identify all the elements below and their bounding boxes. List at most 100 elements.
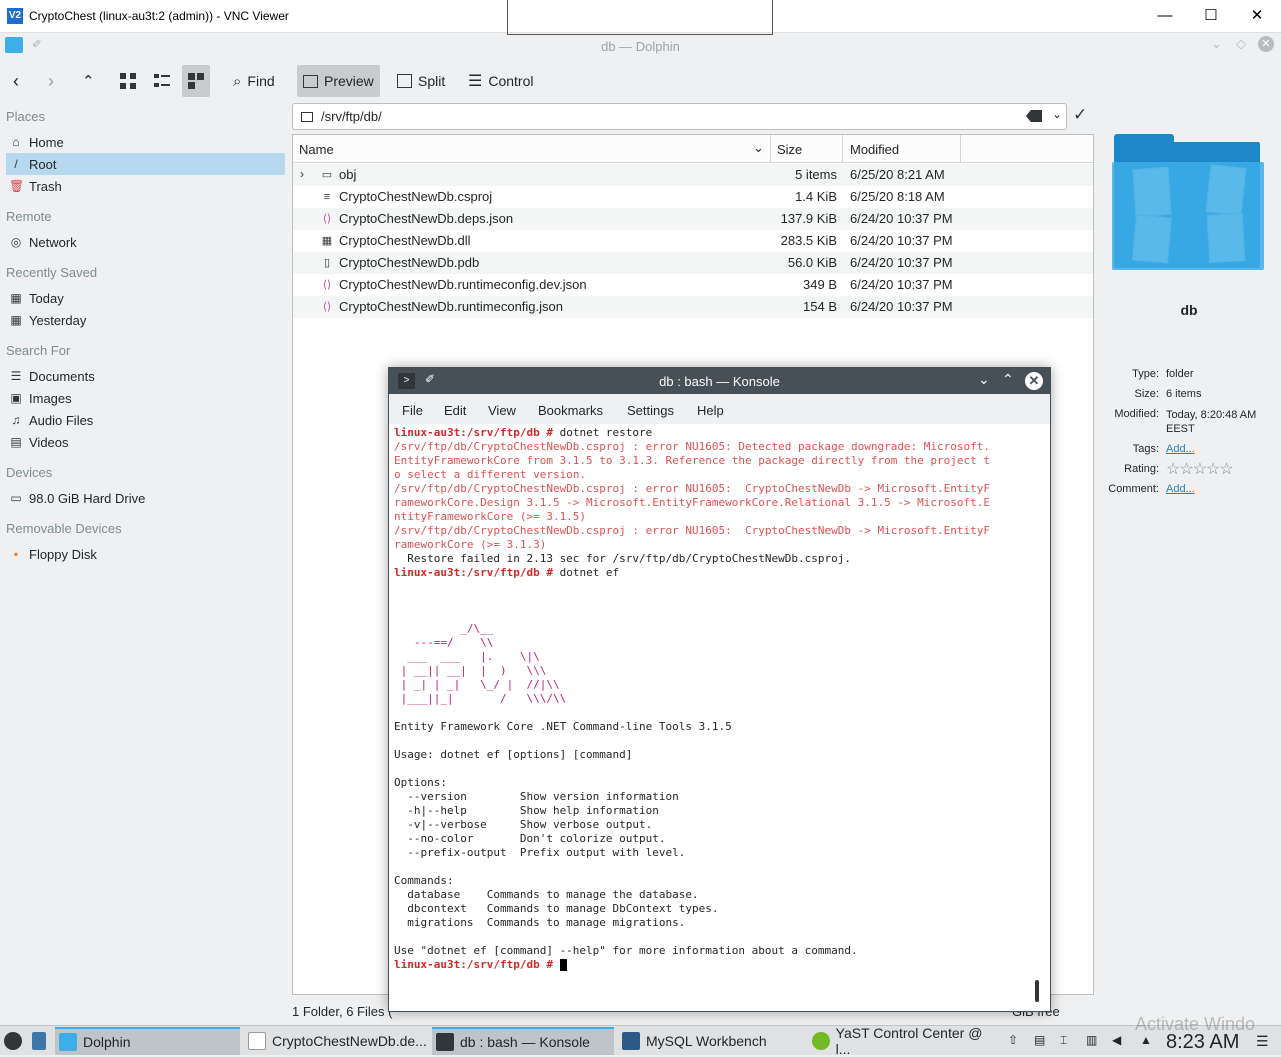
places-item-today[interactable]: ▦ Today (6, 287, 285, 309)
split-label: Split (418, 73, 446, 89)
places-item-home[interactable]: ⌂ Home (6, 131, 285, 153)
help-hint: Use "dotnet ef [command] --help" for mor… (394, 944, 858, 957)
places-item-root[interactable]: / Root (6, 153, 285, 175)
file-row[interactable]: › ▭ obj 5 items 6/25/20 8:21 AM (293, 164, 1093, 186)
details-view-button[interactable] (182, 65, 210, 97)
places-item-audio[interactable]: ♫ Audio Files (6, 409, 285, 431)
scrollbar-handle[interactable] (1035, 980, 1039, 1002)
task-file[interactable]: CryptoChestNewDb.de... (244, 1027, 429, 1055)
calendar-icon: ▦ (10, 313, 22, 327)
confirm-location-icon[interactable]: ✓ (1073, 105, 1087, 125)
icons-view-button[interactable] (114, 65, 142, 97)
app-launcher-button[interactable] (4, 1027, 28, 1055)
split-button[interactable]: Split (391, 65, 451, 97)
updates-icon[interactable]: ⇧ (1008, 1033, 1018, 1047)
info-size-label: Size: (1134, 388, 1159, 400)
preview-button[interactable]: Preview (297, 65, 380, 97)
places-item-documents[interactable]: ☰ Documents (6, 365, 285, 387)
location-bar[interactable]: /srv/ftp/db/ ⌄ (292, 103, 1067, 130)
file-row[interactable]: ⟨⟩ CryptoChestNewDb.runtimeconfig.json 154… (293, 296, 1093, 318)
places-item-yesterday[interactable]: ▦ Yesterday (6, 309, 285, 331)
expand-chevron-icon[interactable]: › (300, 167, 304, 181)
places-item-images[interactable]: ▣ Images (6, 387, 285, 409)
folder-icon (301, 111, 313, 122)
column-modified[interactable]: Modified (850, 142, 899, 157)
section-places: Places (6, 109, 46, 124)
maximize-button[interactable]: ☐ (1201, 6, 1221, 26)
activation-watermark: Activate Windo (1135, 1014, 1256, 1034)
places-item-floppy[interactable]: ▪ Floppy Disk (6, 543, 285, 565)
add-tags-link[interactable]: Add... (1166, 443, 1276, 455)
back-button[interactable]: ‹ (7, 65, 25, 97)
places-item-hard-drive[interactable]: ▭ 98.0 GiB Hard Drive (6, 487, 285, 509)
forward-button[interactable]: › (42, 65, 60, 97)
file-row[interactable]: ▦ CryptoChestNewDb.dll 283.5 KiB 6/24/20 10… (293, 230, 1093, 252)
places-item-trash[interactable]: 🗑 Trash (6, 175, 285, 197)
file-row[interactable]: ≡ CryptoChestNewDb.csproj 1.4 KiB 6/25/20 8… (293, 186, 1093, 208)
control-button[interactable]: ☰ Control (462, 65, 539, 97)
up-button[interactable]: ⌃ (76, 65, 101, 97)
close-button[interactable]: ✕ (1247, 6, 1267, 26)
floppy-icon: ▪ (13, 547, 19, 561)
info-modified: Today, 8:20:48 AM EEST (1166, 409, 1257, 435)
task-yast[interactable]: YaST Control Center @ l... (808, 1025, 998, 1057)
places-item-network[interactable]: ◎ Network (6, 231, 285, 253)
file-modified: 6/24/20 10:37 PM (850, 233, 953, 248)
file-row[interactable]: ⟨⟩ CryptoChestNewDb.runtimeconfig.dev.jso… (293, 274, 1093, 296)
konsole-title-bar: > ✐ db : bash — Konsole ⌄ ⌃ ✕ (389, 368, 1050, 394)
menu-help[interactable]: Help (697, 403, 724, 418)
minimize-icon[interactable]: ⌄ (1211, 36, 1222, 52)
notes-icon[interactable]: ▥ (1086, 1033, 1097, 1047)
tray-expand-icon[interactable]: ▲ (1140, 1033, 1152, 1047)
rating-stars[interactable]: ☆☆☆☆☆ (1166, 459, 1276, 479)
task-konsole[interactable]: db : bash — Konsole (432, 1027, 614, 1055)
column-name[interactable]: Name (299, 142, 334, 157)
folder-preview-icon (1112, 132, 1264, 270)
terminal-icon (436, 1033, 454, 1051)
maximize-icon[interactable]: ◇ (1236, 36, 1246, 52)
clipboard-icon[interactable]: ▤ (1034, 1033, 1045, 1047)
chevron-down-icon[interactable]: ⌄ (1052, 107, 1062, 121)
info-rating-label: Rating: (1124, 463, 1159, 475)
task-label: db : bash — Konsole (460, 1034, 590, 1050)
file-size: 154 B (803, 299, 837, 314)
file-row[interactable]: ▯ CryptoChestNewDb.pdb 56.0 KiB 6/24/20 10:… (293, 252, 1093, 274)
section-recently-saved: Recently Saved (6, 265, 98, 280)
volume-icon[interactable]: ◀ (1112, 1033, 1121, 1047)
close-icon[interactable]: ✕ (1258, 36, 1274, 52)
menu-file[interactable]: File (402, 403, 423, 418)
text-file-icon: ≡ (323, 191, 331, 203)
menu-settings[interactable]: Settings (627, 403, 674, 418)
usb-icon[interactable]: ⌶ (1060, 1033, 1067, 1048)
menu-edit[interactable]: Edit (444, 403, 466, 418)
maximize-icon[interactable]: ⌃ (1002, 371, 1014, 388)
root-icon: / (14, 157, 18, 171)
sort-chevron-icon[interactable]: ⌄ (753, 140, 764, 156)
minimize-button[interactable]: — (1155, 6, 1175, 26)
close-icon[interactable]: ✕ (1025, 372, 1043, 390)
find-button[interactable]: ⌕ Find (227, 65, 281, 97)
options-title: Options: (394, 776, 447, 789)
file-row[interactable]: ⟨⟩ CryptoChestNewDb.deps.json 137.9 KiB 6/2… (293, 208, 1093, 230)
terminal-output[interactable]: linux-au3t:/srv/ftp/db # dotnet restore … (394, 426, 1034, 1006)
task-mysql[interactable]: MySQL Workbench (618, 1027, 804, 1055)
dolphin-window-title: db — Dolphin (601, 39, 680, 54)
file-name: CryptoChestNewDb.deps.json (339, 211, 514, 226)
section-removable-devices: Removable Devices (6, 521, 122, 536)
task-dolphin[interactable]: Dolphin (55, 1027, 240, 1055)
column-size[interactable]: Size (777, 142, 802, 157)
file-modified: 6/25/20 8:21 AM (850, 167, 945, 182)
pager-button[interactable] (32, 1027, 50, 1055)
show-desktop-icon[interactable]: ☰ (1256, 1033, 1269, 1050)
add-comment-link[interactable]: Add... (1166, 483, 1276, 495)
places-item-videos[interactable]: ▤ Videos (6, 431, 285, 453)
compact-view-icon (154, 73, 170, 89)
menu-view[interactable]: View (488, 403, 516, 418)
vnc-window-title: CryptoChest (linux-au3t:2 (admin)) - VNC… (29, 9, 289, 23)
menu-bookmarks[interactable]: Bookmarks (538, 403, 603, 418)
command-line: database Commands to manage the database… (394, 888, 699, 901)
compact-view-button[interactable] (148, 65, 176, 97)
clear-location-icon[interactable] (1026, 110, 1042, 122)
option-line: --version Show version information (394, 790, 679, 803)
minimize-icon[interactable]: ⌄ (978, 371, 990, 388)
